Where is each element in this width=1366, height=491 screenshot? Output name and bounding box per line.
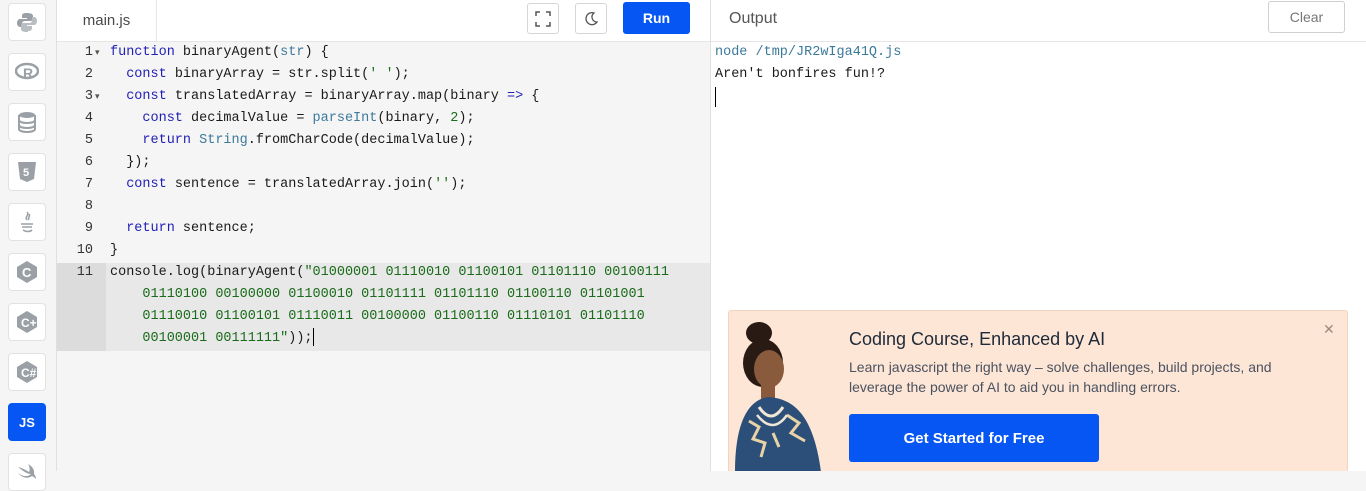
code-editor[interactable]: 1 ▾ function binaryAgent(str) { 2 const … [57,42,710,471]
c-icon[interactable]: C [8,253,46,291]
database-icon[interactable] [8,103,46,141]
swift-icon[interactable] [8,453,46,491]
js-label: JS [19,414,35,430]
csharp-icon[interactable]: C# [8,353,46,391]
java-icon[interactable] [8,203,46,241]
line-number: 9 [84,221,93,236]
code-line-wrap: 00100001 00111111")); [57,328,710,350]
code-line: 5 return String.fromCharCode(decimalValu… [57,130,710,152]
fold-arrow-icon[interactable]: ▾ [95,86,100,108]
code-line: 1 ▾ function binaryAgent(str) { [57,42,710,64]
run-button[interactable]: Run [623,2,690,34]
fold-arrow-icon[interactable]: ▾ [95,42,100,64]
code-line: 11 console.log(binaryAgent("01000001 011… [57,262,710,284]
output-command: node /tmp/JR2wIga41Q.js [715,45,902,60]
terminal-cursor [715,87,716,107]
svg-text:C+: C+ [21,316,37,330]
output-title: Output [729,10,778,27]
code-line: 3 ▾ const translatedArray = binaryArray.… [57,86,710,108]
line-number: 3 [84,89,93,104]
line-number: 8 [84,199,93,214]
svg-text:R: R [23,65,33,81]
ad-title: Coding Course, Enhanced by AI [849,329,1106,349]
python-icon[interactable] [8,3,46,41]
html5-icon[interactable]: 5 [8,153,46,191]
svg-text:5: 5 [23,167,29,179]
close-icon[interactable]: ✕ [1323,321,1335,338]
cpp-icon[interactable]: C+ [8,303,46,341]
moon-icon [585,11,599,25]
ad-description: Learn javascript the right way – solve c… [849,359,1272,395]
code-line: 10 } [57,240,710,262]
dark-mode-toggle[interactable] [575,3,607,34]
line-number: 11 [76,265,93,280]
output-result: Aren't bonfires fun!? [715,67,886,82]
get-started-button[interactable]: Get Started for Free [849,414,1099,462]
file-tab-main-js[interactable]: main.js [57,0,157,41]
line-number: 2 [84,67,93,82]
fullscreen-button[interactable] [527,3,559,34]
svg-text:C#: C# [21,366,37,380]
code-line: 8 [57,196,710,218]
text-cursor [312,328,314,347]
instructor-photo [729,311,829,471]
line-number: 10 [76,243,93,258]
line-number: 4 [84,111,93,126]
output-header: Output Clear [711,0,1366,42]
r-icon[interactable]: R [8,53,46,91]
code-line: 2 const binaryArray = str.split(' '); [57,64,710,86]
code-line: 6 }); [57,152,710,174]
code-line: 9 return sentence; [57,218,710,240]
line-number: 1 [84,45,93,60]
line-number: 6 [84,155,93,170]
svg-text:C: C [22,265,32,280]
code-line-wrap: 01110100 00100000 01100010 01101111 0110… [110,287,645,302]
fullscreen-icon [535,10,551,27]
line-number: 5 [84,133,93,148]
code-line-wrap: 01110010 01100101 01110011 00100000 0110… [110,309,645,324]
editor-header: main.js Run [57,0,710,42]
clear-button[interactable]: Clear [1268,1,1345,33]
js-icon[interactable]: JS [8,403,46,441]
code-line: 7 const sentence = translatedArray.join(… [57,174,710,196]
code-line: 4 const decimalValue = parseInt(binary, … [57,108,710,130]
line-number: 7 [84,177,93,192]
language-rail: R 5 C C+ C# JS [0,0,57,491]
course-ad-banner: Coding Course, Enhanced by AI Learn java… [728,310,1348,471]
